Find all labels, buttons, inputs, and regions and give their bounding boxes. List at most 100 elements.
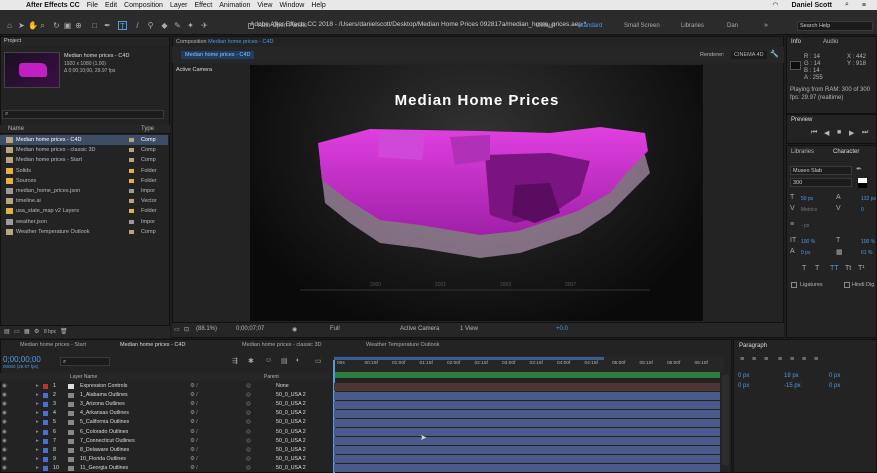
shy-layers-icon[interactable]: ☺ — [265, 357, 272, 364]
space-before-value[interactable]: 18 px — [784, 373, 799, 379]
layer-row[interactable]: ◉ ▸ 8 8_Delaware Outlines ⚙ / ◎ 50_0_USA 2 — [0, 446, 330, 455]
eraser-tool-icon[interactable]: ◆ — [160, 21, 169, 30]
font-weight-dropdown[interactable]: 300 — [790, 178, 852, 187]
eye-icon[interactable]: ◉ — [2, 437, 7, 446]
justify-right-icon[interactable]: ≡ — [802, 356, 806, 363]
layer-name[interactable]: 7_Connecticut Outlines — [80, 437, 135, 446]
timeline-search-input[interactable]: ⌕ — [60, 357, 110, 366]
all-caps-icon[interactable]: TT — [830, 265, 839, 272]
layer-switches[interactable]: ⚙ / — [190, 464, 198, 473]
trash-icon[interactable]: 🗑 — [60, 328, 68, 335]
timeline-tab-c4d[interactable]: Median home prices - C4D — [120, 342, 185, 348]
layer-switches[interactable]: ⚙ / — [190, 437, 198, 446]
kerning-value[interactable]: Metrics — [801, 207, 817, 213]
monitor-icon[interactable]: ▭ — [174, 326, 180, 333]
parent-dropdown[interactable]: 50_0_USA 2 — [276, 437, 306, 446]
parent-dropdown[interactable]: 50_0_USA 2 — [276, 455, 306, 464]
layer-name-header[interactable]: Layer Name — [70, 374, 97, 380]
pen-tool-icon[interactable]: ✒ — [103, 21, 112, 30]
comp-subtab[interactable]: Median home prices - C4D — [181, 51, 255, 59]
paragraph-tab[interactable]: Paragraph — [739, 343, 767, 349]
project-item[interactable]: usa_state_map v2 Layers Folder — [0, 206, 168, 216]
label-color[interactable] — [129, 158, 134, 163]
prev-frame-icon[interactable]: ◀ — [824, 129, 829, 137]
tracking-value[interactable]: 0 — [861, 207, 864, 213]
composition-viewer[interactable]: Median Home Prices 2000 2001 2003 2007 — [250, 65, 703, 321]
layer-duration-bar[interactable] — [334, 428, 720, 436]
views-layout-dropdown[interactable]: 1 View — [460, 326, 478, 332]
layer-name[interactable]: 5_California Outlines — [80, 418, 129, 427]
parent-dropdown[interactable]: 50_0_USA 2 — [276, 418, 306, 427]
layer-name[interactable]: 8_Delaware Outlines — [80, 446, 129, 455]
justify-all-icon[interactable]: ≡ — [814, 356, 818, 363]
libraries-tab[interactable]: Libraries — [791, 149, 814, 155]
col-type-header[interactable]: Type — [141, 126, 154, 132]
exposure-value[interactable]: +0.0 — [556, 326, 568, 332]
layer-name[interactable]: 10_Florida Outlines — [80, 455, 126, 464]
layer-name[interactable]: Expression Controls — [80, 382, 127, 391]
layer-duration-bar[interactable] — [334, 409, 720, 418]
twirl-icon[interactable]: ▸ — [36, 400, 39, 409]
layer-label-color[interactable] — [43, 384, 48, 389]
layer-label-color[interactable] — [43, 456, 48, 462]
timeline-tab-weather[interactable]: Weather Temperature Outlook — [366, 342, 439, 348]
project-item[interactable]: Sources Folder — [0, 176, 168, 186]
project-search-input[interactable]: ⌕ — [2, 110, 164, 119]
layer-label-color[interactable] — [43, 438, 48, 444]
search-icon[interactable]: ⌕ — [845, 1, 849, 9]
font-family-dropdown[interactable]: Museo Slab — [790, 166, 852, 175]
indent-left-value[interactable]: 0 px — [738, 373, 749, 379]
project-settings-icon[interactable]: ⚙ — [34, 328, 39, 335]
justify-left-icon[interactable]: ≡ — [778, 356, 782, 363]
user-name[interactable]: Daniel Scott — [792, 2, 832, 9]
layer-label-color[interactable] — [43, 411, 48, 417]
space-after-value[interactable]: -15 px — [784, 383, 801, 389]
view-dropdown[interactable]: Active Camera — [400, 326, 439, 332]
timeline-scrollbar[interactable] — [722, 375, 729, 465]
layer-duration-bar[interactable] — [334, 400, 720, 409]
wifi-icon[interactable]: ◠ — [772, 1, 778, 9]
menu-effect[interactable]: Effect — [194, 2, 212, 9]
magnification-icon[interactable]: ⊡ — [184, 326, 189, 333]
twirl-icon[interactable]: ▸ — [36, 428, 39, 437]
zoom-tool-icon[interactable]: ⌕ — [38, 21, 47, 30]
vertical-scale-value[interactable]: 100 % — [801, 239, 815, 245]
align-left-icon[interactable]: ≡ — [740, 356, 744, 363]
resolution-dropdown[interactable]: Full — [330, 326, 340, 332]
horizontal-scale-value[interactable]: 100 % — [861, 239, 875, 245]
menu-file[interactable]: File — [87, 2, 98, 9]
twirl-icon[interactable]: ▸ — [36, 382, 39, 391]
pickwhip-icon[interactable]: ◎ — [246, 409, 251, 418]
type-tool-icon[interactable]: T — [118, 21, 127, 31]
project-item[interactable]: timeline.ai Vector — [0, 196, 168, 206]
twirl-icon[interactable]: ▸ — [36, 464, 39, 473]
tsume-value[interactable]: 61 % — [861, 250, 872, 256]
label-color[interactable] — [129, 148, 134, 153]
eye-icon[interactable]: ◉ — [2, 446, 7, 455]
workspace-dan[interactable]: Dan — [727, 23, 738, 29]
layer-row[interactable]: ◉ ▸ 2 1_Alabama Outlines ⚙ / ◎ 50_0_USA 2 — [0, 391, 330, 400]
layer-switches[interactable]: ⚙ / — [190, 391, 198, 400]
align-center-icon[interactable]: ≡ — [752, 356, 756, 363]
motion-blur-icon[interactable]: ◐ — [296, 357, 300, 364]
label-color[interactable] — [129, 168, 134, 173]
pickwhip-icon[interactable]: ◎ — [246, 400, 251, 409]
timeline-tab-start[interactable]: Median home prices - Start — [20, 342, 86, 348]
layer-row[interactable]: ◉ ▸ 3 3_Arizona Outlines ⚙ / ◎ 50_0_USA 2 — [0, 400, 330, 409]
layer-row[interactable]: ◉ ▸ 6 6_Colorado Outlines ⚙ / ◎ 50_0_USA 2 — [0, 428, 330, 437]
eye-icon[interactable]: ◉ — [2, 455, 7, 464]
faux-bold-icon[interactable]: T — [802, 265, 806, 272]
workspace-small-screen[interactable]: Small Screen — [624, 23, 660, 29]
project-item[interactable]: median_home_prices.json Impor — [0, 186, 168, 196]
label-color[interactable] — [129, 189, 134, 193]
layer-row[interactable]: ◉ ▸ 7 7_Connecticut Outlines ⚙ / ◎ 50_0_USA 2 — [0, 437, 330, 446]
pickwhip-icon[interactable]: ◎ — [246, 391, 251, 400]
twirl-icon[interactable]: ▸ — [36, 391, 39, 400]
twirl-icon[interactable]: ▸ — [36, 446, 39, 455]
parent-dropdown[interactable]: 50_0_USA 2 — [276, 391, 306, 400]
first-frame-icon[interactable]: ⏮ — [811, 129, 817, 137]
project-item[interactable]: Weather Temperature Outlook Comp — [0, 227, 168, 237]
layer-label-color[interactable] — [43, 465, 48, 471]
layer-duration-bar[interactable] — [334, 464, 720, 473]
font-size-value[interactable]: 50 px — [801, 196, 813, 202]
